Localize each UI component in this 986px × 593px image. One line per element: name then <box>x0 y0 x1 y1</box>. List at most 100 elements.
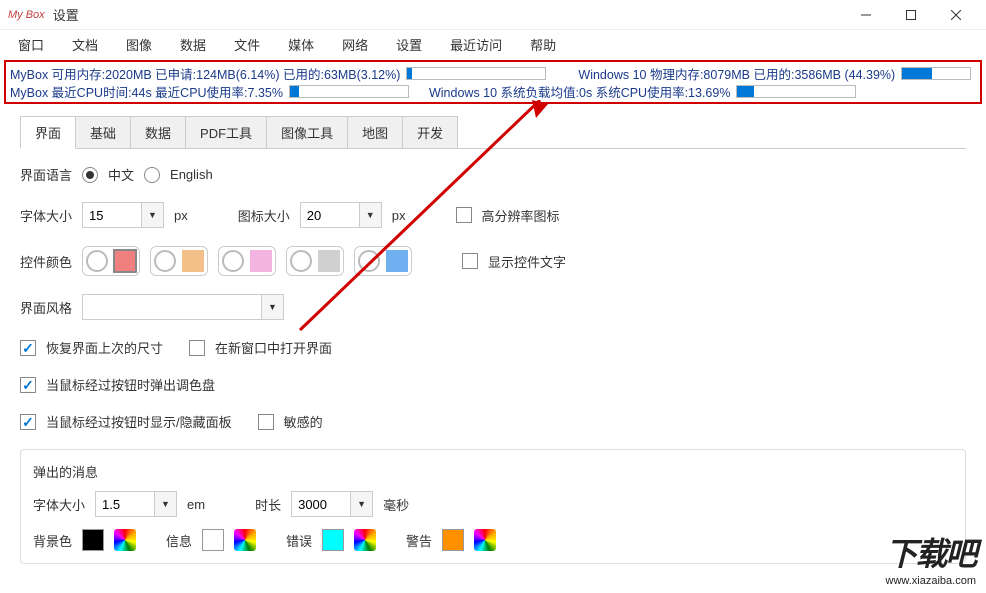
show-control-text-label: 显示控件文字 <box>488 252 566 271</box>
mem-mybox-progress <box>406 67 546 80</box>
popup-dur-input[interactable] <box>291 491 351 517</box>
menu-media[interactable]: 媒体 <box>288 35 314 54</box>
tab-dev[interactable]: 开发 <box>402 116 458 148</box>
font-size-input[interactable] <box>82 202 142 228</box>
icon-size-unit: px <box>392 208 406 223</box>
control-color-label: 控件颜色 <box>20 252 72 271</box>
lang-label: 界面语言 <box>20 165 72 184</box>
popup-bg-label: 背景色 <box>33 531 72 550</box>
ui-style-input[interactable] <box>82 294 262 320</box>
sensitive-checkbox[interactable] <box>258 414 274 430</box>
close-button[interactable] <box>933 1 978 29</box>
restore-size-label: 恢复界面上次的尺寸 <box>46 338 163 357</box>
menu-window[interactable]: 窗口 <box>18 35 44 54</box>
menu-network[interactable]: 网络 <box>342 35 368 54</box>
maximize-button[interactable] <box>888 1 933 29</box>
tab-basic[interactable]: 基础 <box>75 116 131 148</box>
color-swatch-white2[interactable] <box>154 250 176 272</box>
menu-help[interactable]: 帮助 <box>530 35 556 54</box>
popup-warn-picker-icon[interactable] <box>474 529 496 551</box>
tab-data[interactable]: 数据 <box>130 116 186 148</box>
color-group-5 <box>354 246 412 276</box>
popup-info-swatch[interactable] <box>202 529 224 551</box>
lang-english-label: English <box>170 167 213 182</box>
hover-panel-label: 当鼠标经过按钮时显示/隐藏面板 <box>46 412 232 431</box>
menu-file[interactable]: 文件 <box>234 35 260 54</box>
show-control-text-checkbox[interactable] <box>462 253 478 269</box>
mem-windows-text: Windows 10 物理内存:8079MB 已用的:3586MB (44.39… <box>578 64 895 83</box>
app-logo: My Box <box>8 9 45 21</box>
menu-data[interactable]: 数据 <box>180 35 206 54</box>
lang-chinese-radio[interactable] <box>82 167 98 183</box>
popup-err-picker-icon[interactable] <box>354 529 376 551</box>
font-size-dropdown[interactable]: ▼ <box>142 202 164 228</box>
popup-font-dropdown[interactable]: ▼ <box>155 491 177 517</box>
watermark-url: www.xiazaiba.com <box>886 575 976 587</box>
popup-err-label: 错误 <box>286 531 312 550</box>
color-swatch-gray[interactable] <box>318 250 340 272</box>
window-controls <box>843 1 978 29</box>
popup-dur-dropdown[interactable]: ▼ <box>351 491 373 517</box>
cpu-windows-text: Windows 10 系统负载均值:0s 系统CPU使用率:13.69% <box>429 82 730 101</box>
titlebar: My Box 设置 <box>0 0 986 30</box>
hidpi-checkbox[interactable] <box>456 207 472 223</box>
tab-ui[interactable]: 界面 <box>20 116 76 149</box>
watermark-text: 下载吧 <box>886 529 976 575</box>
popup-font-input[interactable] <box>95 491 155 517</box>
new-window-checkbox[interactable] <box>189 340 205 356</box>
hover-palette-label: 当鼠标经过按钮时弹出调色盘 <box>46 375 215 394</box>
menu-document[interactable]: 文档 <box>72 35 98 54</box>
menu-recent[interactable]: 最近访问 <box>450 35 502 54</box>
popup-bg-swatch[interactable] <box>82 529 104 551</box>
menu-settings[interactable]: 设置 <box>396 35 422 54</box>
minimize-button[interactable] <box>843 1 888 29</box>
color-group-4 <box>286 246 344 276</box>
hover-palette-checkbox[interactable] <box>20 377 36 393</box>
window-title: 设置 <box>53 5 843 24</box>
icon-size-label: 图标大小 <box>238 206 290 225</box>
color-group-1 <box>82 246 140 276</box>
color-swatch-white3[interactable] <box>222 250 244 272</box>
color-group-2 <box>150 246 208 276</box>
popup-bg-picker-icon[interactable] <box>114 529 136 551</box>
tab-map[interactable]: 地图 <box>347 116 403 148</box>
popup-font-unit: em <box>187 497 205 512</box>
popup-title: 弹出的消息 <box>33 462 953 481</box>
mem-mybox-text: MyBox 可用内存:2020MB 已申请:124MB(6.14%) 已用的:6… <box>10 64 400 83</box>
color-swatch-blue[interactable] <box>386 250 408 272</box>
color-swatch-white4[interactable] <box>290 250 312 272</box>
icon-size-dropdown[interactable]: ▼ <box>360 202 382 228</box>
color-swatch-red[interactable] <box>114 250 136 272</box>
popup-info-label: 信息 <box>166 531 192 550</box>
font-size-unit: px <box>174 208 188 223</box>
lang-english-radio[interactable] <box>144 167 160 183</box>
status-box: MyBox 可用内存:2020MB 已申请:124MB(6.14%) 已用的:6… <box>4 60 982 104</box>
popup-warn-label: 警告 <box>406 531 432 550</box>
color-swatch-white[interactable] <box>86 250 108 272</box>
color-group-3 <box>218 246 276 276</box>
cpu-mybox-progress <box>289 85 409 98</box>
menu-image[interactable]: 图像 <box>126 35 152 54</box>
menubar: 窗口 文档 图像 数据 文件 媒体 网络 设置 最近访问 帮助 <box>0 30 986 58</box>
tab-imagetools[interactable]: 图像工具 <box>266 116 348 148</box>
cpu-mybox-text: MyBox 最近CPU时间:44s 最近CPU使用率:7.35% <box>10 82 283 101</box>
popup-warn-swatch[interactable] <box>442 529 464 551</box>
color-swatch-white5[interactable] <box>358 250 380 272</box>
icon-size-input[interactable] <box>300 202 360 228</box>
sensitive-label: 敏感的 <box>284 412 323 431</box>
tab-pdf[interactable]: PDF工具 <box>185 116 267 148</box>
popup-err-swatch[interactable] <box>322 529 344 551</box>
ui-style-dropdown[interactable]: ▼ <box>262 294 284 320</box>
hidpi-label: 高分辨率图标 <box>482 206 560 225</box>
ui-style-label: 界面风格 <box>20 298 72 317</box>
restore-size-checkbox[interactable] <box>20 340 36 356</box>
popup-info-picker-icon[interactable] <box>234 529 256 551</box>
font-size-label: 字体大小 <box>20 206 72 225</box>
hover-panel-checkbox[interactable] <box>20 414 36 430</box>
popup-font-label: 字体大小 <box>33 495 85 514</box>
new-window-label: 在新窗口中打开界面 <box>215 338 332 357</box>
color-swatch-orange[interactable] <box>182 250 204 272</box>
tabs: 界面 基础 数据 PDF工具 图像工具 地图 开发 <box>20 116 966 149</box>
color-swatch-pink[interactable] <box>250 250 272 272</box>
popup-fieldset: 弹出的消息 字体大小 ▼ em 时长 ▼ 毫秒 背景色 信息 错误 警告 <box>20 449 966 564</box>
